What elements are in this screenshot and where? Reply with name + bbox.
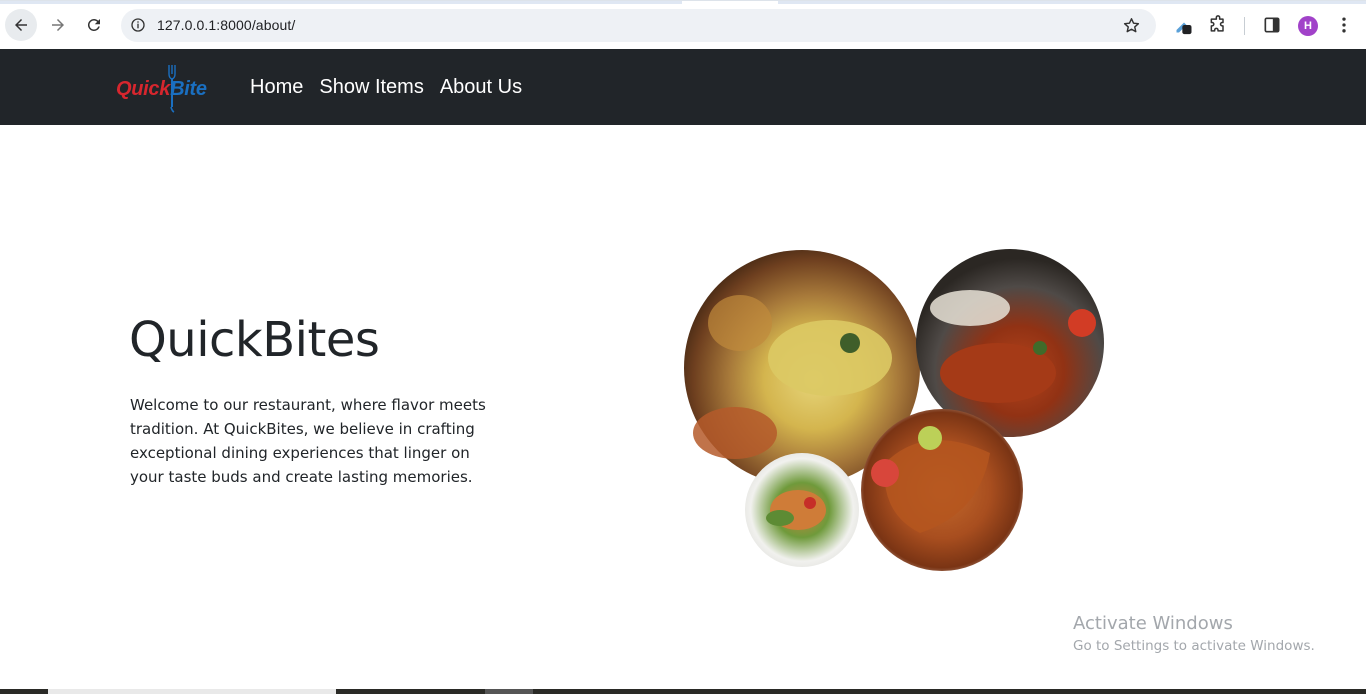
arrow-right-icon [52,19,64,31]
nav-link-about-us[interactable]: About Us [440,76,522,99]
taskbar-edge [0,689,1366,694]
arrow-left-icon [15,19,27,31]
hero-description: Welcome to our restaurant, where flavor … [130,396,486,486]
back-button[interactable] [5,9,37,41]
pen-extension-icon[interactable] [1174,15,1194,35]
activate-windows-title: Activate Windows [1073,613,1233,634]
url-text[interactable]: 127.0.0.1:8000/about/ [157,17,295,33]
forward-button[interactable] [42,9,74,41]
star-icon[interactable] [1122,16,1141,35]
reload-button[interactable] [78,9,110,41]
logo-bite: Bite [170,78,207,100]
logo-quick: Quick [116,78,171,100]
page-title: QuickBites [129,312,380,368]
address-bar[interactable]: 127.0.0.1:8000/about/ [121,9,1156,42]
site-navbar: QuickBite Home Show Items About Us [0,49,1366,125]
nav-link-home[interactable]: Home [250,76,303,99]
nav-links: Home Show Items About Us [250,76,522,99]
kebab-menu-icon[interactable] [1334,15,1354,35]
activate-windows-subtitle: Go to Settings to activate Windows. [1073,638,1315,654]
profile-avatar[interactable]: H [1298,16,1318,36]
side-panel-icon[interactable] [1262,15,1282,35]
tab-strip-edge [0,1,1366,4]
toolbar-divider [1244,17,1245,35]
info-icon[interactable] [130,17,146,33]
nav-link-show-items[interactable]: Show Items [319,76,423,99]
reload-icon [87,18,100,31]
browser-toolbar: 127.0.0.1:8000/about/ H [0,0,1366,48]
curry-kadai-image [916,249,1104,437]
logo-wordmark: QuickBite [116,78,207,101]
quickbite-logo[interactable]: QuickBite [116,63,228,113]
puzzle-icon[interactable] [1208,15,1228,35]
food-collage-image [684,249,1104,571]
